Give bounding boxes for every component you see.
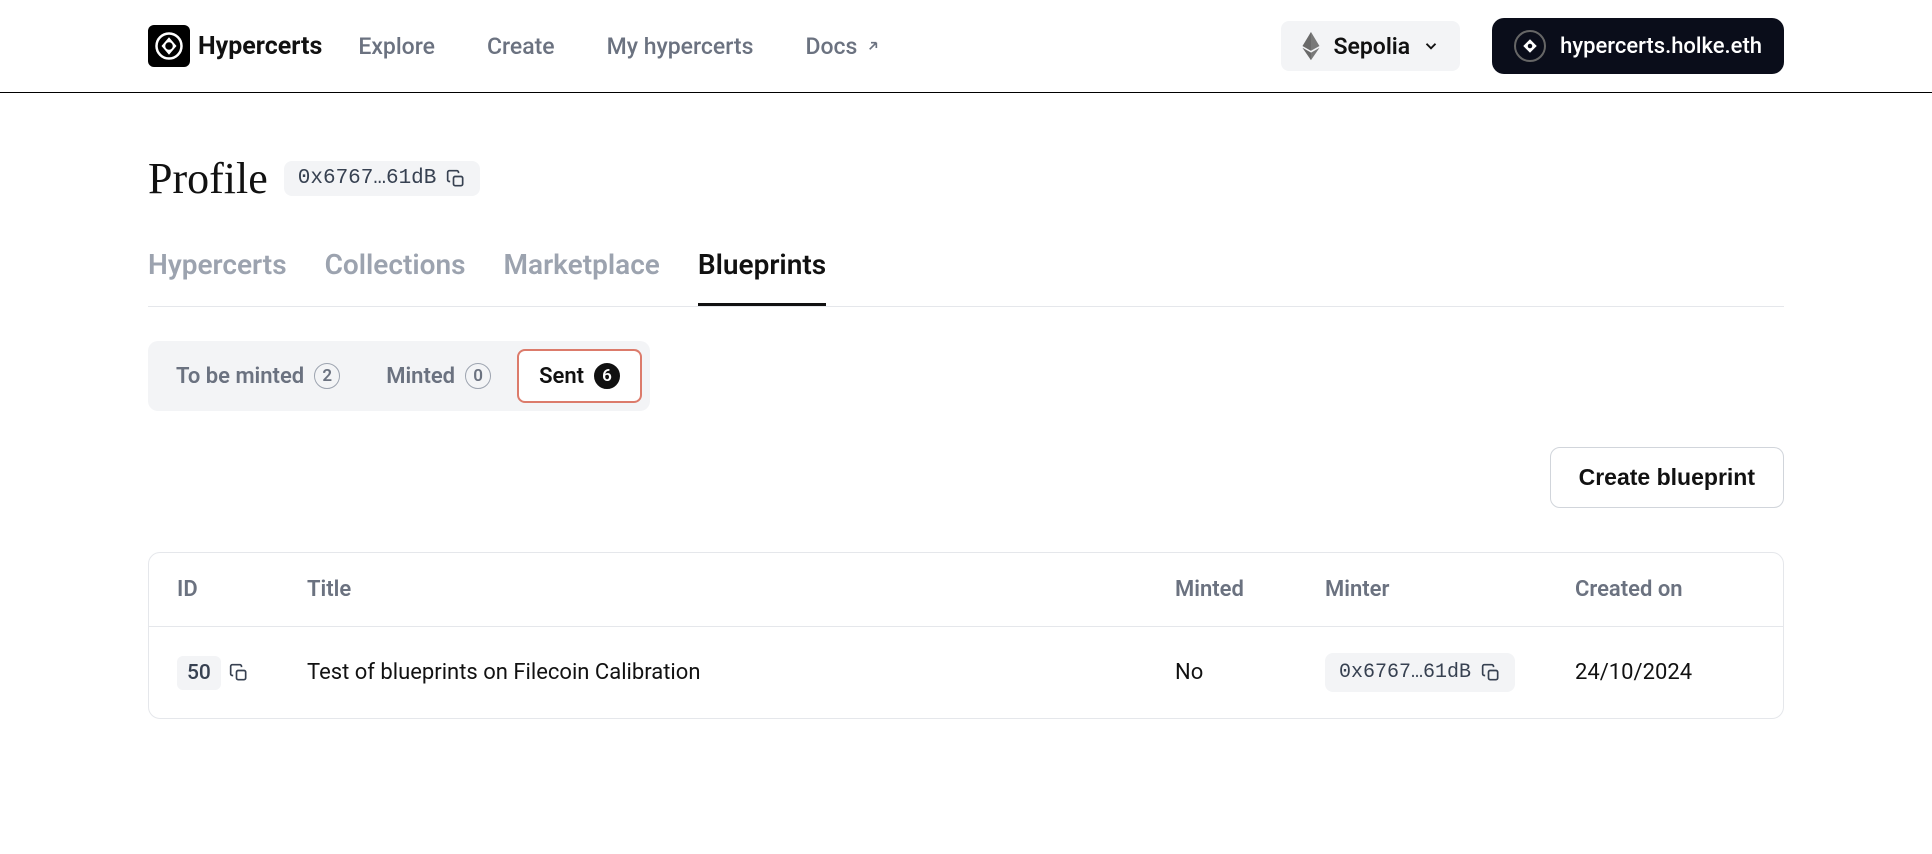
- col-minter: Minter: [1325, 577, 1575, 602]
- cell-minter: 0x6767…61dB: [1325, 653, 1575, 692]
- table-row: 50 Test of blueprints on Filecoin Calibr…: [149, 627, 1783, 718]
- external-link-icon: [865, 38, 881, 54]
- cell-title: Test of blueprints on Filecoin Calibrati…: [307, 660, 1175, 685]
- blueprints-table: ID Title Minted Minter Created on 50 Tes…: [148, 552, 1784, 719]
- cell-created-on: 24/10/2024: [1575, 660, 1755, 685]
- tab-hypercerts[interactable]: Hypercerts: [148, 248, 287, 306]
- copy-icon[interactable]: [1481, 663, 1501, 683]
- main-content: Profile 0x6767…61dB Hypercerts Collectio…: [0, 93, 1932, 779]
- col-minted: Minted: [1175, 577, 1325, 602]
- account-avatar-icon: [1514, 30, 1546, 62]
- create-blueprint-button[interactable]: Create blueprint: [1550, 447, 1784, 508]
- nav-my-hypercerts[interactable]: My hypercerts: [607, 33, 754, 60]
- create-row: Create blueprint: [148, 447, 1784, 508]
- copy-icon[interactable]: [446, 169, 466, 189]
- network-selector[interactable]: Sepolia: [1281, 21, 1460, 71]
- id-badge: 50: [177, 656, 221, 690]
- filter-to-be-minted[interactable]: To be minted 2: [156, 349, 360, 403]
- col-created-on: Created on: [1575, 577, 1755, 602]
- cell-minted: No: [1175, 660, 1325, 685]
- nav-links: Explore Create My hypercerts Docs: [358, 33, 881, 60]
- nav-docs-label: Docs: [805, 33, 857, 60]
- profile-header: Profile 0x6767…61dB: [148, 153, 1784, 204]
- tab-collections[interactable]: Collections: [325, 248, 466, 306]
- nav-create[interactable]: Create: [487, 33, 555, 60]
- cell-id: 50: [177, 656, 307, 690]
- filter-count: 0: [465, 363, 491, 389]
- ethereum-icon: [1301, 31, 1321, 61]
- filter-count: 2: [314, 363, 340, 389]
- filter-sent[interactable]: Sent 6: [517, 349, 642, 403]
- filter-count: 6: [594, 363, 620, 389]
- filter-label: Sent: [539, 364, 584, 389]
- tab-marketplace[interactable]: Marketplace: [504, 248, 660, 306]
- table-header-row: ID Title Minted Minter Created on: [149, 553, 1783, 627]
- logo-icon: [148, 25, 190, 67]
- filter-minted[interactable]: Minted 0: [366, 349, 511, 403]
- blueprint-filters: To be minted 2 Minted 0 Sent 6: [148, 341, 650, 411]
- network-name: Sepolia: [1333, 33, 1410, 60]
- col-title: Title: [307, 577, 1175, 602]
- account-name: hypercerts.holke.eth: [1560, 34, 1762, 59]
- filter-label: To be minted: [176, 364, 304, 389]
- col-id: ID: [177, 577, 307, 602]
- account-button[interactable]: hypercerts.holke.eth: [1492, 18, 1784, 74]
- brand-name: Hypercerts: [198, 32, 322, 61]
- tab-blueprints[interactable]: Blueprints: [698, 248, 826, 306]
- minter-address-chip: 0x6767…61dB: [1325, 653, 1515, 692]
- app-header: Hypercerts Explore Create My hypercerts …: [0, 0, 1932, 93]
- filter-label: Minted: [386, 364, 455, 389]
- profile-address-text: 0x6767…61dB: [298, 167, 437, 190]
- minter-address-text: 0x6767…61dB: [1339, 661, 1471, 684]
- nav-explore[interactable]: Explore: [358, 33, 435, 60]
- profile-tabs: Hypercerts Collections Marketplace Bluep…: [148, 248, 1784, 307]
- copy-icon[interactable]: [229, 663, 249, 683]
- profile-address-chip: 0x6767…61dB: [284, 161, 481, 196]
- chevron-down-icon: [1422, 37, 1440, 55]
- page-title: Profile: [148, 153, 268, 204]
- logo[interactable]: Hypercerts: [148, 25, 322, 67]
- nav-docs[interactable]: Docs: [805, 33, 881, 60]
